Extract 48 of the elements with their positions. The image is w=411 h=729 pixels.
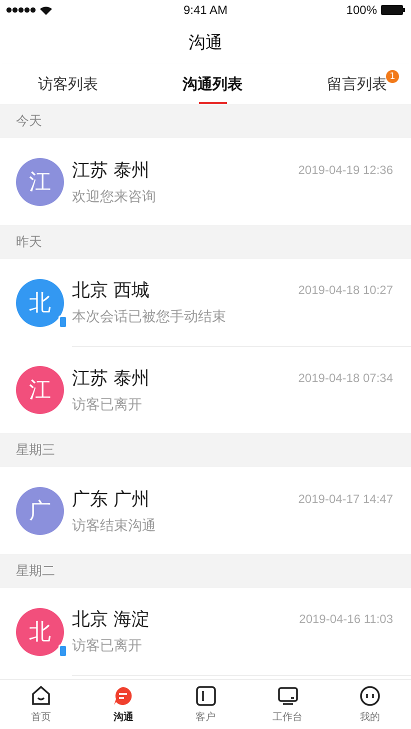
contact-name: 广东 广州 <box>72 488 150 510</box>
message-time: 2019-04-18 07:34 <box>298 370 393 384</box>
section-label: 星期三 <box>16 442 55 459</box>
nav-tab[interactable]: 沟通 <box>82 680 164 729</box>
message-time: 2019-04-19 12:36 <box>298 162 393 176</box>
status-time: 9:41 AM <box>183 3 228 17</box>
battery-icon <box>381 5 405 15</box>
conversation-row[interactable]: 北 北京 海淀 2019-04-16 11:03 访客已离开 <box>0 588 411 675</box>
message-time: 2019-04-18 10:27 <box>298 283 393 297</box>
contact-name: 北京 海淀 <box>72 608 150 631</box>
chat-icon <box>112 685 134 707</box>
avatar: 江 <box>16 158 64 206</box>
message-preview: 访客已离开 <box>72 396 143 414</box>
conversation-row[interactable]: 江 江苏 泰州 2019-04-19 12:36 欢迎您来咨询 <box>0 138 411 225</box>
signal-icon <box>6 7 36 13</box>
card-icon <box>194 685 216 707</box>
conversation-row[interactable]: 广 广东 广州 2019-04-17 14:47 访客结束沟通 <box>0 467 411 554</box>
nav-tab[interactable]: 首页 <box>0 680 82 729</box>
message-preview: 欢迎您来咨询 <box>72 188 157 206</box>
home-icon <box>30 685 52 707</box>
section-label: 星期二 <box>16 563 55 580</box>
monitor-icon <box>276 685 299 707</box>
tab[interactable]: 访客列表 <box>20 64 116 104</box>
battery-percent: 100% <box>346 3 377 17</box>
page-title: 沟通 <box>188 32 222 54</box>
message-preview: 本次会话已被您手动结束 <box>72 308 227 326</box>
conversation-row[interactable]: 江 江苏 泰州 2019-04-18 07:34 访客已离开 <box>0 346 411 433</box>
message-time: 2019-04-17 14:47 <box>298 492 393 506</box>
phone-icon <box>58 314 68 328</box>
phone-icon <box>58 644 68 658</box>
section-label: 今天 <box>16 113 42 130</box>
section-label: 昨天 <box>16 234 42 251</box>
count-badge: 1 <box>386 70 399 83</box>
contact-name: 北京 西城 <box>72 279 150 302</box>
message-preview: 访客已离开 <box>72 637 143 655</box>
face-icon <box>358 685 381 707</box>
avatar: 广 <box>16 486 64 534</box>
contact-name: 江苏 泰州 <box>72 366 150 390</box>
nav-tab[interactable]: 我的 <box>328 680 411 729</box>
wifi-icon <box>40 6 52 14</box>
tab[interactable]: 沟通列表 <box>164 64 260 104</box>
nav-tab[interactable]: 工作台 <box>246 680 329 729</box>
avatar: 江 <box>16 366 64 414</box>
conversation-row[interactable]: 北 北京 西城 2019-04-18 10:27 本次会话已被您手动结束 <box>0 259 411 346</box>
message-preview: 访客结束沟通 <box>72 516 157 534</box>
contact-name: 江苏 泰州 <box>72 158 150 182</box>
nav-tab[interactable]: 客户 <box>164 680 247 729</box>
message-time: 2019-04-16 11:03 <box>299 612 393 626</box>
